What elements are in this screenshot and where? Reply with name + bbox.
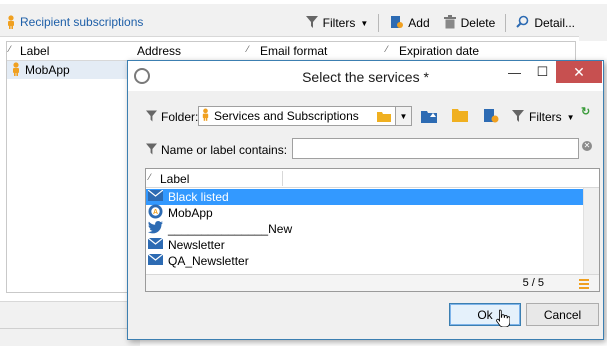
- mobile-app-icon: A: [148, 204, 163, 222]
- funnel-icon: [146, 110, 157, 125]
- mail-icon: [147, 253, 164, 268]
- row-label: Newsletter: [168, 238, 225, 252]
- row-label: MobApp: [168, 206, 213, 220]
- folder-label: Folder:: [161, 110, 199, 124]
- chevron-down-icon[interactable]: ▼: [395, 107, 411, 125]
- grid-footer: 5 / 5: [146, 274, 599, 291]
- search-row: Name or label contains:: [146, 139, 287, 161]
- background-scroll-area: [579, 8, 607, 41]
- filters-label: Filters: [322, 16, 356, 30]
- sort-icon: ⁄: [247, 44, 249, 54]
- filters-label: Filters: [529, 110, 562, 124]
- sort-icon: ⁄: [149, 172, 151, 182]
- filters-button[interactable]: Filters ▼: [302, 12, 373, 34]
- maximize-button[interactable]: ☐: [529, 61, 556, 83]
- column-label[interactable]: Label: [160, 172, 189, 186]
- folder-open-icon[interactable]: [452, 108, 469, 125]
- tab-label: Recipient subscriptions: [20, 15, 144, 29]
- twitter-icon: [148, 221, 163, 237]
- trash-icon: [443, 14, 456, 32]
- background-actions: Filters ▼ Add Delete Detail...: [302, 12, 579, 34]
- row-label: Black listed: [168, 190, 229, 204]
- add-button[interactable]: Add: [385, 12, 433, 34]
- column-email-format[interactable]: Email format: [260, 44, 327, 58]
- caret-down-icon: ▼: [566, 112, 575, 122]
- close-button[interactable]: ✕: [556, 61, 602, 83]
- record-count: 5 / 5: [522, 277, 544, 289]
- list-item[interactable]: Black listed: [146, 189, 583, 205]
- clear-icon[interactable]: ✕: [582, 141, 592, 151]
- column-expiration-date[interactable]: Expiration date: [399, 44, 479, 58]
- funnel-icon: [305, 15, 318, 31]
- list-item[interactable]: A MobApp: [146, 204, 583, 222]
- add-label: Add: [408, 16, 430, 30]
- toolbar-separator: [378, 14, 380, 32]
- row-label: QA_Newsletter: [168, 254, 249, 268]
- ok-label: Ok: [477, 307, 493, 322]
- add-doc-icon: [389, 15, 404, 32]
- toolbar-separator: [505, 14, 507, 32]
- delete-button[interactable]: Delete: [440, 12, 500, 34]
- caret-down-icon: ▼: [360, 18, 369, 28]
- search-input[interactable]: [292, 138, 579, 159]
- new-folder-icon[interactable]: [483, 108, 499, 126]
- list-item[interactable]: Newsletter: [146, 237, 583, 253]
- column-separator: [282, 171, 283, 186]
- tab-recipient-subscriptions[interactable]: Recipient subscriptions: [6, 12, 143, 32]
- cancel-button[interactable]: Cancel: [526, 303, 599, 326]
- minimize-button[interactable]: —: [500, 61, 529, 83]
- magnifier-icon: [516, 15, 529, 31]
- search-label: Name or label contains:: [161, 143, 288, 157]
- column-label[interactable]: Label: [20, 44, 49, 58]
- sort-icon: ⁄: [9, 44, 11, 54]
- delete-label: Delete: [460, 16, 496, 30]
- mail-icon: [147, 237, 164, 252]
- row-label: _______________New: [168, 222, 293, 236]
- background-toolbar: Recipient subscriptions Filters ▼ Add De…: [0, 4, 607, 41]
- list-item[interactable]: _______________New: [146, 221, 583, 237]
- services-grid: ⁄ Label Black listed A MobApp __________…: [145, 168, 600, 292]
- ok-button[interactable]: Ok: [449, 303, 521, 326]
- folder-up-icon[interactable]: [421, 108, 437, 126]
- hamburger-menu-icon[interactable]: [579, 279, 589, 291]
- row-label: MobApp: [25, 63, 70, 77]
- folder-row: Folder:: [146, 106, 198, 128]
- select-services-dialog: Select the services * — ☐ ✕ Folder: Serv…: [127, 60, 604, 340]
- grid-header: ⁄ Label: [146, 169, 599, 188]
- table-row[interactable]: MobApp: [7, 61, 137, 79]
- person-icon: [11, 61, 21, 79]
- list-item[interactable]: QA_Newsletter: [146, 253, 583, 269]
- grid-header: ⁄ Label Address ⁄ Email format ⁄ Expirat…: [7, 42, 575, 61]
- person-icon: [6, 15, 16, 29]
- hand-cursor-icon: [496, 309, 511, 330]
- folder-select[interactable]: Services and Subscriptions ▼: [198, 106, 412, 126]
- refresh-icon[interactable]: ↻: [581, 105, 590, 118]
- detail-button[interactable]: Detail...: [512, 12, 579, 34]
- detail-label: Detail...: [534, 16, 575, 30]
- cancel-label: Cancel: [543, 307, 582, 322]
- mail-icon: [147, 189, 164, 204]
- dialog-titlebar[interactable]: Select the services * — ☐ ✕: [128, 61, 603, 91]
- column-address[interactable]: Address: [137, 44, 181, 58]
- svg-text:A: A: [153, 209, 158, 216]
- funnel-icon: [146, 143, 157, 158]
- sort-icon: ⁄: [386, 44, 388, 54]
- person-icon: [201, 108, 210, 124]
- background-status-strip: [0, 301, 140, 346]
- folder-icon[interactable]: [377, 111, 391, 125]
- folder-value: Services and Subscriptions: [214, 109, 359, 123]
- funnel-icon: [512, 109, 524, 125]
- vertical-scrollbar[interactable]: [583, 188, 599, 274]
- dialog-filters-button[interactable]: Filters ▼: [512, 107, 575, 127]
